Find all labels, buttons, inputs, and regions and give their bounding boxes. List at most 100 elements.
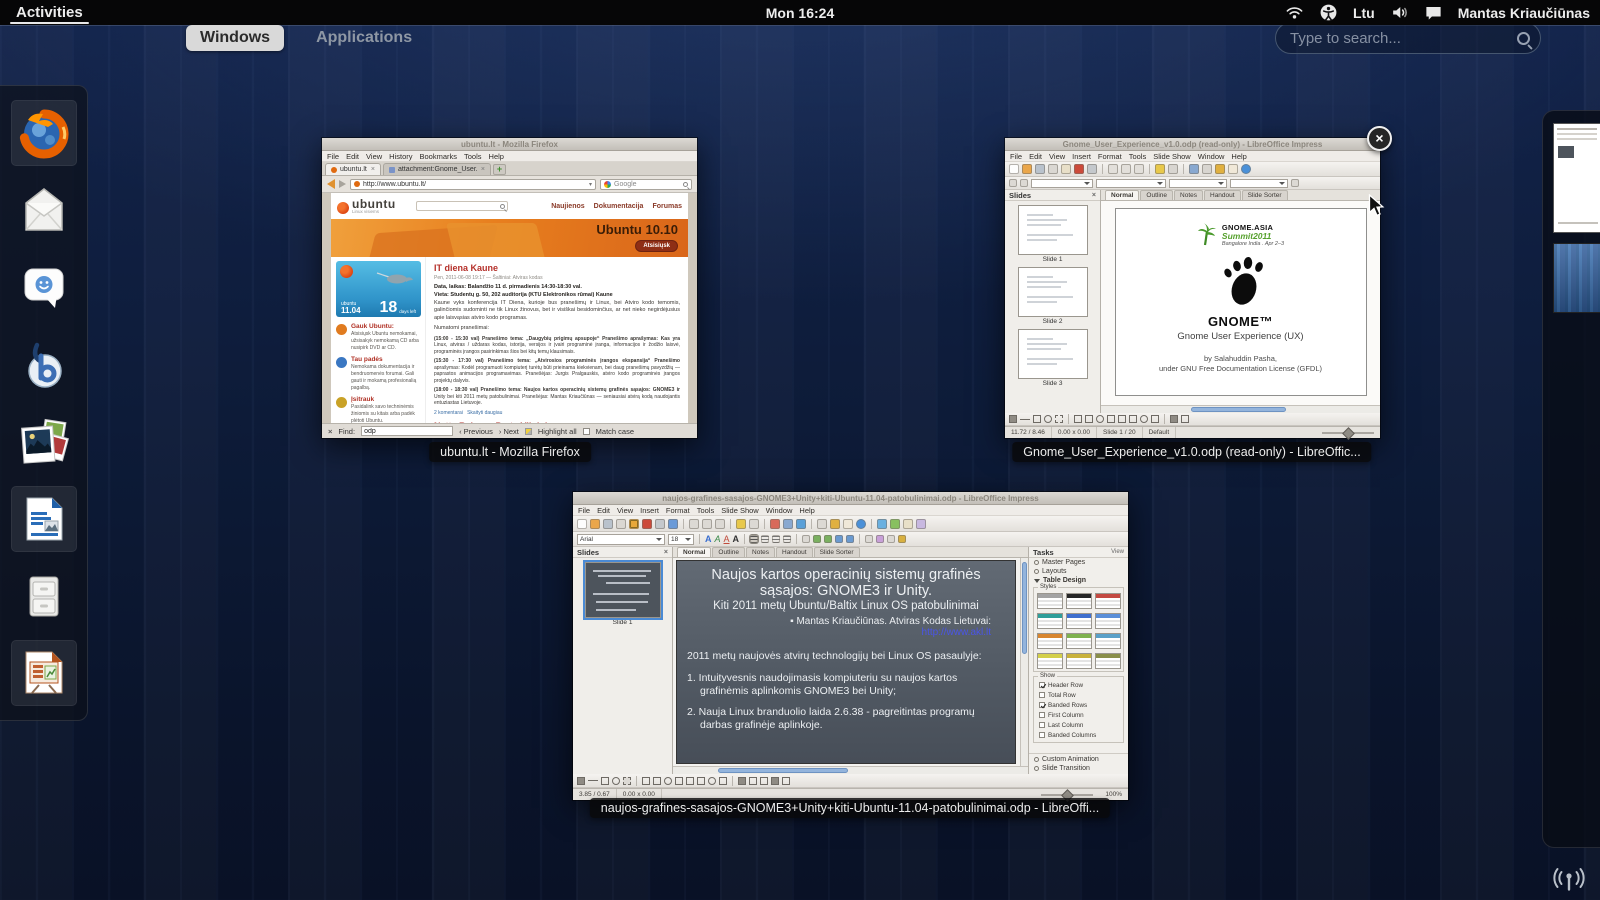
slide-canvas[interactable]: Naujos kartos operacinių sistemų grafinė… [673, 558, 1028, 766]
table-style-swatch[interactable] [1066, 653, 1092, 669]
checkbox[interactable] [1039, 712, 1045, 718]
table-style-swatch[interactable] [1095, 593, 1121, 609]
browser-tab[interactable]: ubuntu.lt × [325, 163, 381, 175]
email-icon[interactable] [1048, 164, 1058, 174]
slide-hyperlink[interactable]: http://www.akl.lt [687, 627, 1005, 638]
back-icon[interactable] [327, 179, 335, 189]
open-icon[interactable] [590, 519, 600, 529]
checkbox[interactable] [1039, 702, 1045, 708]
line-color-combo[interactable] [1096, 179, 1166, 188]
align-left-icon[interactable] [750, 535, 758, 543]
table-design-option[interactable]: Header Row [1037, 680, 1120, 690]
table-style-swatch[interactable] [1095, 633, 1121, 649]
find-previous-button[interactable]: ‹ Previous [459, 427, 493, 436]
connector-icon[interactable] [653, 777, 661, 785]
table-style-swatch[interactable] [1066, 593, 1092, 609]
slide-show-icon[interactable] [890, 519, 900, 529]
save-icon[interactable] [1035, 164, 1045, 174]
rectangle-icon[interactable] [601, 777, 609, 785]
view-mode-tab[interactable]: Notes [1174, 190, 1203, 200]
italic-icon[interactable]: A [715, 534, 721, 544]
promote-icon[interactable] [813, 535, 821, 543]
keyboard-layout-indicator[interactable]: Ltu [1353, 5, 1375, 21]
arrow-style-icon[interactable] [1020, 179, 1028, 187]
flowchart-icon[interactable] [1129, 415, 1137, 423]
dock-item-empathy[interactable] [11, 254, 77, 320]
zoom-icon[interactable] [1228, 164, 1238, 174]
view-mode-tab[interactable]: Outline [1140, 190, 1173, 200]
hyperlink-icon[interactable] [796, 519, 806, 529]
flowchart-icon[interactable] [697, 777, 705, 785]
align-right-icon[interactable] [772, 535, 780, 543]
cut-icon[interactable] [1108, 164, 1118, 174]
zoom-slider[interactable] [1041, 794, 1093, 796]
move-up-icon[interactable] [835, 535, 843, 543]
zoom-icon[interactable] [843, 519, 853, 529]
copy-icon[interactable] [1121, 164, 1131, 174]
basic-shapes-icon[interactable] [1096, 415, 1104, 423]
window-firefox[interactable]: ubuntu.lt - Mozilla Firefox FileEditView… [322, 138, 697, 438]
menu-item[interactable]: Help [489, 152, 504, 161]
ellipse-icon[interactable] [1044, 415, 1052, 423]
user-menu[interactable]: Mantas Kriaučiūnas [1458, 5, 1590, 21]
ellipse-icon[interactable] [612, 777, 620, 785]
table-style-swatch[interactable] [1037, 613, 1063, 629]
find-next-button[interactable]: › Next [499, 427, 519, 436]
horizontal-scrollbar[interactable] [1101, 405, 1380, 413]
site-nav-link[interactable]: Naujienos [551, 203, 584, 210]
help-icon[interactable] [856, 519, 866, 529]
menu-item[interactable]: Format [666, 506, 690, 515]
slide-canvas[interactable]: GNOME.ASIA Summit2011 Bangalore India . … [1101, 201, 1380, 405]
table-design-option[interactable]: Banded Rows [1037, 700, 1120, 710]
horizontal-scrollbar[interactable] [673, 766, 1028, 774]
dock-item-firefox[interactable] [11, 100, 77, 166]
find-input[interactable] [361, 426, 453, 436]
view-mode-tab[interactable]: Outline [712, 547, 745, 557]
window-close-button[interactable]: × [1367, 126, 1392, 151]
table-style-swatch[interactable] [1037, 593, 1063, 609]
rotate-icon[interactable] [738, 777, 746, 785]
table-style-swatch[interactable] [1095, 613, 1121, 629]
view-mode-tab[interactable]: Notes [746, 547, 775, 557]
slide-thumbnail[interactable]: Slide 2 [1008, 267, 1097, 325]
table-style-swatch[interactable] [1066, 633, 1092, 649]
paste-icon[interactable] [715, 519, 725, 529]
redo-icon[interactable] [749, 519, 759, 529]
font-color-icon[interactable] [898, 535, 906, 543]
tasks-section[interactable]: Slide Transition [1029, 764, 1128, 773]
forward-icon[interactable] [339, 180, 346, 188]
tasks-section[interactable]: Custom Animation [1029, 755, 1128, 764]
paste-icon[interactable] [1134, 164, 1144, 174]
spelling-icon[interactable] [668, 519, 678, 529]
workspace-thumbnail-1[interactable] [1553, 123, 1600, 233]
grid-icon[interactable] [817, 519, 827, 529]
line-icon[interactable] [1020, 419, 1030, 420]
menu-item[interactable]: View [1049, 152, 1065, 161]
curve-icon[interactable] [642, 777, 650, 785]
browser-tab[interactable]: attachment:Gnome_User... × [383, 163, 491, 175]
tasks-view-menu[interactable]: View [1111, 549, 1124, 555]
underline-icon[interactable]: A [724, 534, 730, 544]
insert-picture-icon[interactable] [1181, 415, 1189, 423]
workspace-thumbnail-2[interactable] [1553, 243, 1600, 313]
url-bar[interactable]: http://www.ubuntu.lt/ ▾ [350, 179, 596, 190]
menu-item[interactable]: File [327, 152, 339, 161]
match-case-checkbox[interactable] [583, 428, 590, 435]
panel-close-icon[interactable]: × [1092, 192, 1096, 199]
menu-item[interactable]: Window [1198, 152, 1225, 161]
cut-icon[interactable] [689, 519, 699, 529]
line-width-combo[interactable] [1031, 179, 1093, 188]
table-design-option[interactable]: Last Column [1037, 720, 1120, 730]
wifi-icon[interactable] [1285, 3, 1304, 22]
gallery-icon[interactable] [1215, 164, 1225, 174]
menu-item[interactable]: Edit [597, 506, 610, 515]
tasks-section[interactable]: Master Pages [1029, 558, 1128, 567]
display-mode-icon[interactable] [877, 519, 887, 529]
view-mode-tab[interactable]: Normal [677, 547, 711, 557]
select-icon[interactable] [577, 777, 585, 785]
menu-item[interactable]: View [366, 152, 382, 161]
demote-icon[interactable] [824, 535, 832, 543]
fontwork-icon[interactable] [1170, 415, 1178, 423]
vertical-scrollbar[interactable] [1020, 558, 1028, 766]
bold-icon[interactable]: A [705, 534, 712, 544]
